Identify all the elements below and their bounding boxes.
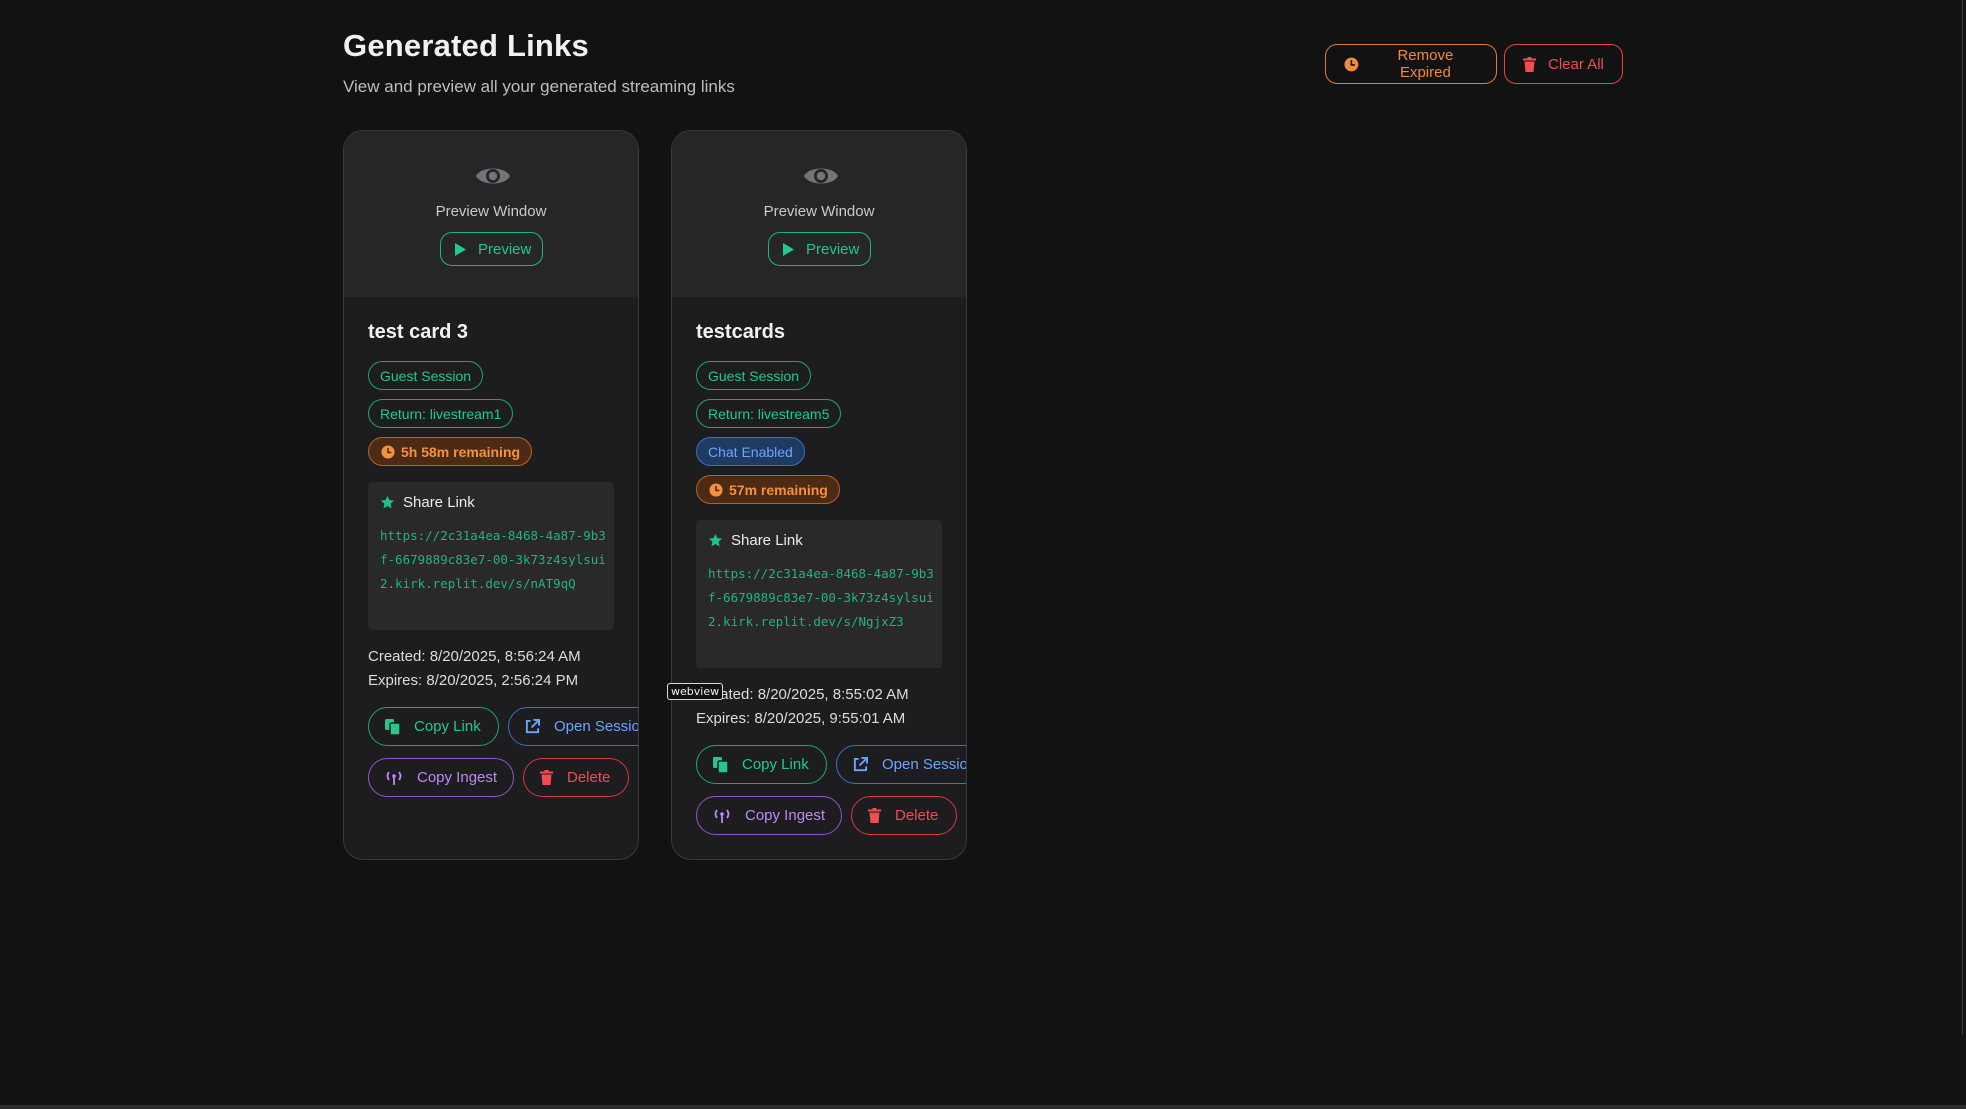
copy-ingest-label: Copy Ingest bbox=[745, 807, 826, 824]
copy-link-button[interactable]: Copy Link bbox=[368, 707, 499, 746]
bottom-edge bbox=[0, 1105, 1966, 1109]
copy-ingest-button[interactable]: Copy Ingest bbox=[696, 796, 842, 835]
preview-window-label: Preview Window bbox=[763, 203, 875, 220]
return-badge-label: Return: livestream1 bbox=[380, 405, 502, 422]
chat-enabled-label: Chat Enabled bbox=[708, 443, 793, 460]
chat-enabled-badge: Chat Enabled bbox=[696, 437, 805, 466]
trash-icon bbox=[1523, 56, 1536, 72]
copy-ingest-label: Copy Ingest bbox=[417, 769, 498, 786]
clear-all-button[interactable]: Clear All bbox=[1504, 44, 1623, 84]
delete-button[interactable]: Delete bbox=[523, 758, 629, 797]
card-title: testcards bbox=[696, 321, 785, 343]
return-badge-label: Return: livestream5 bbox=[708, 405, 830, 422]
external-link-icon bbox=[525, 719, 540, 734]
preview-window: Preview Window Preview bbox=[344, 131, 638, 297]
open-session-label: Open Session bbox=[882, 756, 967, 773]
page: Generated Links View and preview all you… bbox=[0, 0, 1966, 1109]
share-link-box: Share Link https://2c31a4ea-8468-4a87-9b… bbox=[696, 520, 942, 668]
broadcast-icon bbox=[386, 771, 402, 785]
preview-button[interactable]: Preview bbox=[768, 232, 871, 266]
page-title: Generated Links bbox=[343, 28, 589, 63]
preview-button-label: Preview bbox=[806, 240, 860, 258]
link-card: Preview Window Preview testcards Guest S… bbox=[671, 130, 967, 860]
clear-all-label: Clear All bbox=[1548, 55, 1604, 73]
trash-icon bbox=[868, 808, 881, 823]
copy-icon bbox=[385, 718, 400, 735]
open-session-button[interactable]: Open Session bbox=[508, 707, 639, 746]
delete-label: Delete bbox=[895, 807, 939, 824]
copy-link-label: Copy Link bbox=[742, 756, 809, 773]
clock-icon bbox=[381, 444, 395, 459]
star-icon bbox=[709, 533, 722, 547]
copy-ingest-button[interactable]: Copy Ingest bbox=[368, 758, 514, 797]
share-link-box: Share Link https://2c31a4ea-8468-4a87-9b… bbox=[368, 482, 614, 630]
session-badge-label: Guest Session bbox=[380, 367, 472, 384]
created-date: Created: 8/20/2025, 8:56:24 AM bbox=[368, 648, 581, 665]
session-badge: Guest Session bbox=[368, 361, 484, 390]
copy-link-label: Copy Link bbox=[414, 718, 481, 735]
play-icon bbox=[455, 242, 466, 256]
open-session-label: Open Session bbox=[554, 718, 639, 735]
play-icon bbox=[783, 242, 794, 256]
preview-window: Preview Window Preview bbox=[672, 131, 966, 297]
return-badge: Return: livestream1 bbox=[368, 399, 514, 428]
link-card: Preview Window Preview test card 3 Guest… bbox=[343, 130, 639, 860]
eye-icon bbox=[476, 168, 510, 184]
preview-window-label: Preview Window bbox=[435, 203, 547, 220]
open-session-button[interactable]: Open Session bbox=[836, 745, 967, 784]
preview-button[interactable]: Preview bbox=[440, 232, 543, 266]
webview-tooltip: webview bbox=[667, 683, 724, 700]
remaining-badge-label: 57m remaining bbox=[729, 481, 828, 498]
share-link-url[interactable]: https://2c31a4ea-8468-4a87-9b3f-6679889c… bbox=[380, 524, 606, 596]
clock-icon bbox=[1344, 57, 1359, 71]
page-subtitle: View and preview all your generated stre… bbox=[343, 77, 735, 96]
session-badge: Guest Session bbox=[696, 361, 812, 390]
trash-icon bbox=[540, 770, 553, 785]
expires-date: Expires: 8/20/2025, 2:56:24 PM bbox=[368, 672, 579, 689]
delete-label: Delete bbox=[567, 769, 611, 786]
card-title: test card 3 bbox=[368, 321, 469, 343]
share-link-label: Share Link bbox=[403, 494, 475, 511]
scrollbar-track[interactable] bbox=[1962, 0, 1963, 1035]
copy-link-button[interactable]: Copy Link bbox=[696, 745, 827, 784]
share-link-header: Share Link bbox=[380, 494, 475, 511]
remaining-badge-label: 5h 58m remaining bbox=[401, 443, 521, 460]
remove-expired-button[interactable]: Remove Expired bbox=[1325, 44, 1497, 84]
remaining-badge: 5h 58m remaining bbox=[368, 437, 533, 466]
preview-button-label: Preview bbox=[478, 240, 532, 258]
share-link-header: Share Link bbox=[708, 532, 803, 549]
star-icon bbox=[381, 495, 394, 509]
external-link-icon bbox=[853, 757, 868, 772]
session-badge-label: Guest Session bbox=[708, 367, 800, 384]
share-link-url[interactable]: https://2c31a4ea-8468-4a87-9b3f-6679889c… bbox=[708, 562, 934, 634]
eye-icon bbox=[804, 168, 838, 184]
expires-date: Expires: 8/20/2025, 9:55:01 AM bbox=[696, 710, 906, 727]
share-link-label: Share Link bbox=[731, 532, 803, 549]
copy-icon bbox=[713, 756, 728, 773]
broadcast-icon bbox=[714, 809, 730, 823]
return-badge: Return: livestream5 bbox=[696, 399, 842, 428]
clock-icon bbox=[709, 482, 723, 497]
delete-button[interactable]: Delete bbox=[851, 796, 957, 835]
remaining-badge: 57m remaining bbox=[696, 475, 840, 504]
created-date: Created: 8/20/2025, 8:55:02 AM bbox=[696, 686, 909, 703]
remove-expired-label: Remove Expired bbox=[1397, 47, 1454, 81]
